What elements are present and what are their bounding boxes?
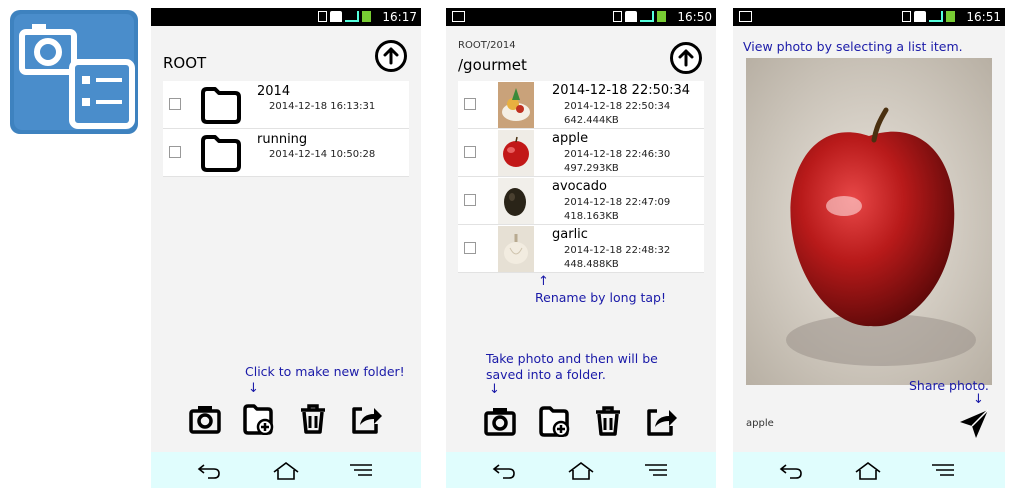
list-item[interactable]: running 2014-12-14 10:50:28 xyxy=(163,129,409,177)
home-icon[interactable] xyxy=(272,461,300,481)
annotation-arrow: ↓ xyxy=(248,381,259,396)
photo-thumbnail xyxy=(498,178,534,224)
item-date: 2014-12-14 10:50:28 xyxy=(269,149,376,160)
item-name: running xyxy=(257,132,308,147)
status-time: 16:17 xyxy=(382,10,417,24)
status-time: 16:50 xyxy=(677,10,712,24)
item-checkbox[interactable] xyxy=(464,242,476,254)
item-name: garlic xyxy=(552,227,588,242)
breadcrumb: ROOT/2014 xyxy=(458,40,516,51)
camera-icon[interactable] xyxy=(188,403,222,435)
home-icon[interactable] xyxy=(567,461,595,481)
back-icon[interactable] xyxy=(491,461,517,479)
share-icon[interactable] xyxy=(645,405,679,437)
item-name: 2014-12-18 22:50:34 xyxy=(552,83,691,98)
home-icon[interactable] xyxy=(854,461,882,481)
annotation-arrow: ↑ xyxy=(538,274,549,289)
item-size: 642.444KB xyxy=(564,115,619,126)
list-item[interactable]: avocado 2014-12-18 22:47:09 418.163KB xyxy=(458,177,704,225)
trash-icon[interactable] xyxy=(298,403,328,435)
menu-icon[interactable] xyxy=(643,461,669,479)
item-date: 2014-12-18 16:13:31 xyxy=(269,101,376,112)
item-checkbox[interactable] xyxy=(464,146,476,158)
screen-photo-list: 16:50 ROOT/2014 /gourmet 2014-12-18 22:5… xyxy=(446,8,716,488)
page-title: /gourmet xyxy=(458,56,527,74)
page-title: ROOT xyxy=(163,54,207,72)
annotation-view-photo: View photo by selecting a list item. xyxy=(743,39,963,54)
item-size: 448.488KB xyxy=(564,259,619,270)
item-date: 2014-12-18 22:47:09 xyxy=(564,197,671,208)
camera-icon[interactable] xyxy=(483,405,517,437)
photo-thumbnail xyxy=(498,226,534,272)
screen-photo-viewer: 16:51 View photo by selecting a list ite… xyxy=(733,8,1005,488)
screen-folder-list: 16:17 ROOT 2014 2014-12-18 16:13:31 runn… xyxy=(151,8,421,488)
photo-caption: apple xyxy=(746,418,774,429)
nav-bar xyxy=(733,452,1005,488)
new-folder-icon[interactable] xyxy=(538,405,572,437)
back-icon[interactable] xyxy=(778,461,804,479)
list-item[interactable]: 2014-12-18 22:50:34 2014-12-18 22:50:34 … xyxy=(458,81,704,129)
share-icon[interactable] xyxy=(350,403,384,435)
stage: 16:17 ROOT 2014 2014-12-18 16:13:31 runn… xyxy=(0,0,1024,500)
item-checkbox[interactable] xyxy=(169,98,181,110)
up-arrow-icon[interactable] xyxy=(670,42,702,74)
folder-icon xyxy=(201,87,241,124)
annotation-take-photo: Take photo and then will be xyxy=(486,351,658,366)
item-date: 2014-12-18 22:50:34 xyxy=(564,101,671,112)
list-item[interactable]: apple 2014-12-18 22:46:30 497.293KB xyxy=(458,129,704,177)
item-checkbox[interactable] xyxy=(464,98,476,110)
photo-thumbnail xyxy=(498,82,534,128)
nav-bar xyxy=(151,452,421,488)
send-icon[interactable] xyxy=(958,408,990,440)
annotation-rename: Rename by long tap! xyxy=(535,290,666,305)
status-bar: 16:17 xyxy=(151,8,421,26)
folder-icon xyxy=(201,135,241,172)
menu-icon[interactable] xyxy=(348,461,374,479)
item-date: 2014-12-18 22:46:30 xyxy=(564,149,671,160)
status-bar: 16:51 xyxy=(733,8,1005,26)
annotation-arrow: ↓ xyxy=(489,382,500,397)
item-size: 418.163KB xyxy=(564,211,619,222)
item-name: 2014 xyxy=(257,84,291,99)
back-icon[interactable] xyxy=(196,461,222,479)
nav-bar xyxy=(446,452,716,488)
status-bar: 16:50 xyxy=(446,8,716,26)
list-item[interactable]: garlic 2014-12-18 22:48:32 448.488KB xyxy=(458,225,704,273)
item-size: 497.293KB xyxy=(564,163,619,174)
photo-view[interactable] xyxy=(746,58,992,385)
photo-list: 2014-12-18 22:50:34 2014-12-18 22:50:34 … xyxy=(458,81,704,273)
app-logo-icon xyxy=(10,10,138,134)
new-folder-icon[interactable] xyxy=(242,403,276,435)
item-checkbox[interactable] xyxy=(169,146,181,158)
menu-icon[interactable] xyxy=(930,461,956,479)
photo-thumbnail xyxy=(498,130,534,176)
item-date: 2014-12-18 22:48:32 xyxy=(564,245,671,256)
item-name: apple xyxy=(552,131,589,146)
annotation-take-photo-2: saved into a folder. xyxy=(486,367,606,382)
folder-list: 2014 2014-12-18 16:13:31 running 2014-12… xyxy=(163,81,409,177)
item-name: avocado xyxy=(552,179,607,194)
status-time: 16:51 xyxy=(966,10,1001,24)
trash-icon[interactable] xyxy=(593,405,623,437)
item-checkbox[interactable] xyxy=(464,194,476,206)
list-item[interactable]: 2014 2014-12-18 16:13:31 xyxy=(163,81,409,129)
annotation-new-folder: Click to make new folder! xyxy=(245,364,405,379)
up-arrow-icon[interactable] xyxy=(375,40,407,72)
annotation-arrow: ↓ xyxy=(973,392,984,407)
